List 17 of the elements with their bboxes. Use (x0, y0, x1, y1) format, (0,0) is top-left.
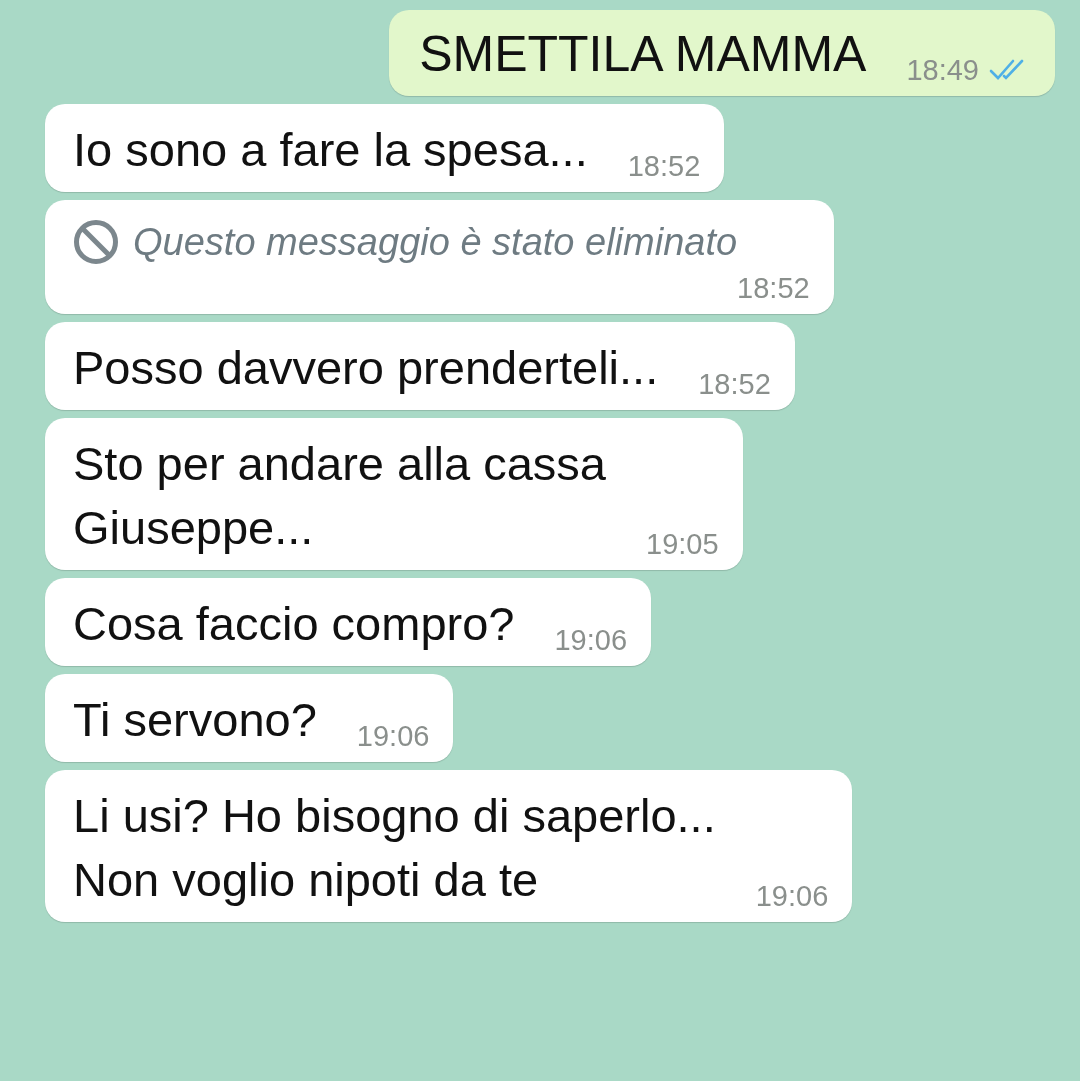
message-time: 19:06 (554, 623, 628, 658)
message-text: Sto per andare alla cassa Giuseppe... (73, 436, 606, 556)
message-text: Cosa faccio compro? (73, 596, 515, 652)
message-time: 19:05 (646, 527, 719, 562)
message-text: Ti servono? (73, 692, 317, 748)
message-text: Li usi? Ho bisogno di saperlo... Non voglio nipoti da te (73, 788, 716, 908)
message-text: Io sono a fare la spesa... (73, 122, 588, 178)
message-text: Posso davvero prenderteli... (73, 340, 659, 396)
message-time: 19:06 (356, 719, 430, 754)
message-time: 18:52 (627, 149, 701, 184)
message-time: 19:06 (755, 879, 829, 914)
message-time: 18:52 (698, 367, 771, 402)
blocked-icon (73, 219, 119, 265)
message-time: 18:52 (737, 271, 810, 306)
message-time: 18:49 (906, 53, 979, 88)
message-text: SMETTILA MAMMA (419, 25, 867, 84)
message-text: Questo messaggio è stato eliminato (133, 220, 738, 265)
